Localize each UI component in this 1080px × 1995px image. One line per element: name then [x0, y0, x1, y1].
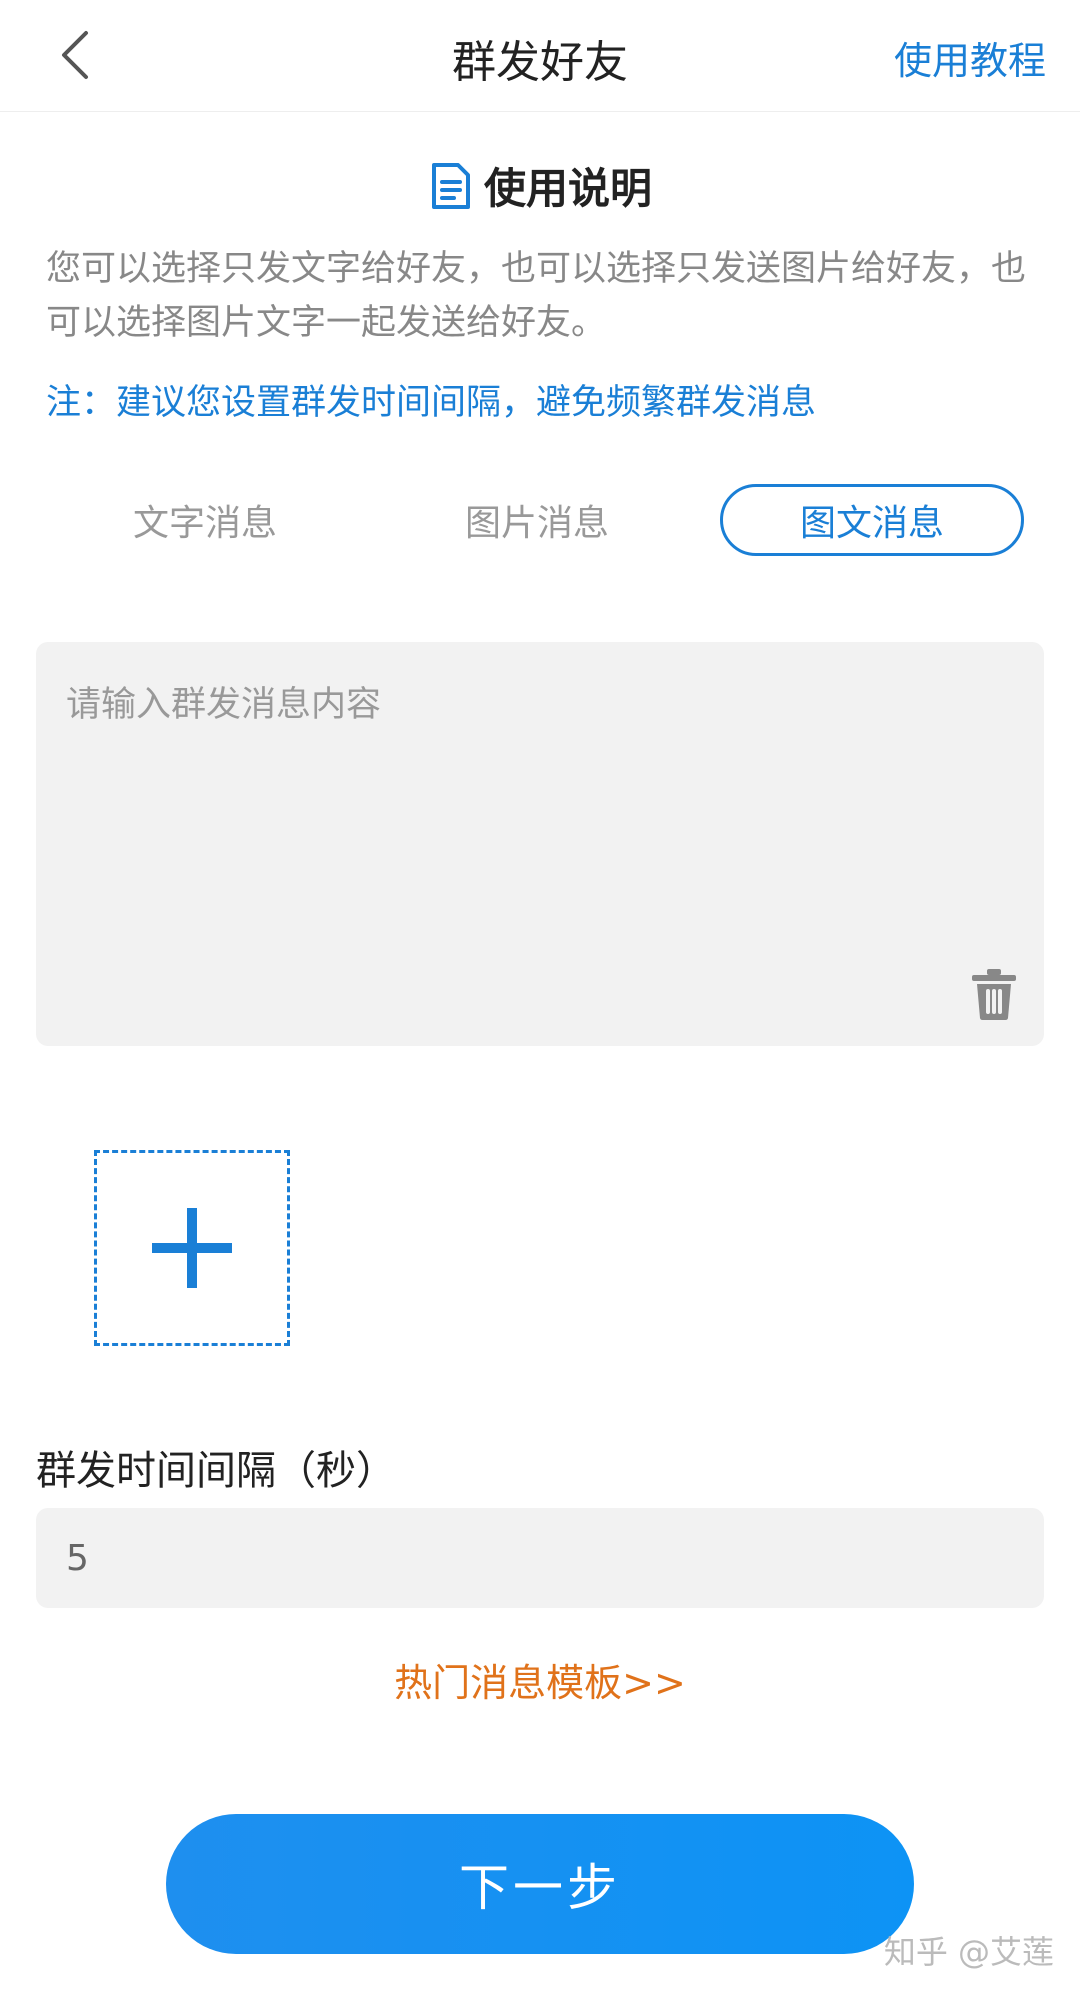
watermark: 知乎 @艾莲 [883, 1933, 1054, 1971]
trash-icon [972, 969, 1016, 1020]
hot-templates-link[interactable]: 热门消息模板>> [0, 1652, 1080, 1707]
add-image-button[interactable] [94, 1150, 290, 1346]
top-bar: 群发好友 使用教程 [0, 0, 1080, 112]
clear-message-button[interactable] [968, 966, 1020, 1022]
tab-image-message[interactable]: 图片消息 [432, 484, 642, 556]
instructions-note: 注：建议您设置群发时间间隔，避免频繁群发消息 [46, 383, 817, 423]
interval-field [36, 1508, 1044, 1608]
tutorial-link[interactable]: 使用教程 [894, 30, 1046, 85]
interval-input[interactable] [36, 1508, 1044, 1608]
message-content-input[interactable] [36, 642, 1044, 1046]
back-button[interactable] [40, 20, 110, 90]
message-type-tabs: 文字消息 图片消息 图文消息 [0, 484, 1080, 556]
instructions-title: 使用说明 [483, 164, 652, 213]
instructions-heading: 使用说明 [0, 155, 1080, 216]
interval-label: 群发时间间隔（秒） [36, 1448, 396, 1494]
message-content-box [36, 642, 1044, 1046]
document-icon [431, 162, 470, 209]
instructions-description: 您可以选择只发文字给好友，也可以选择只发送图片给好友，也可以选择图片文字一起发送… [46, 249, 1027, 343]
tab-text-message[interactable]: 文字消息 [100, 484, 310, 556]
next-step-button[interactable]: 下一步 [166, 1814, 914, 1954]
tab-image-text-message[interactable]: 图文消息 [720, 484, 1024, 556]
plus-icon [152, 1208, 232, 1288]
chevron-left-icon [62, 31, 88, 79]
